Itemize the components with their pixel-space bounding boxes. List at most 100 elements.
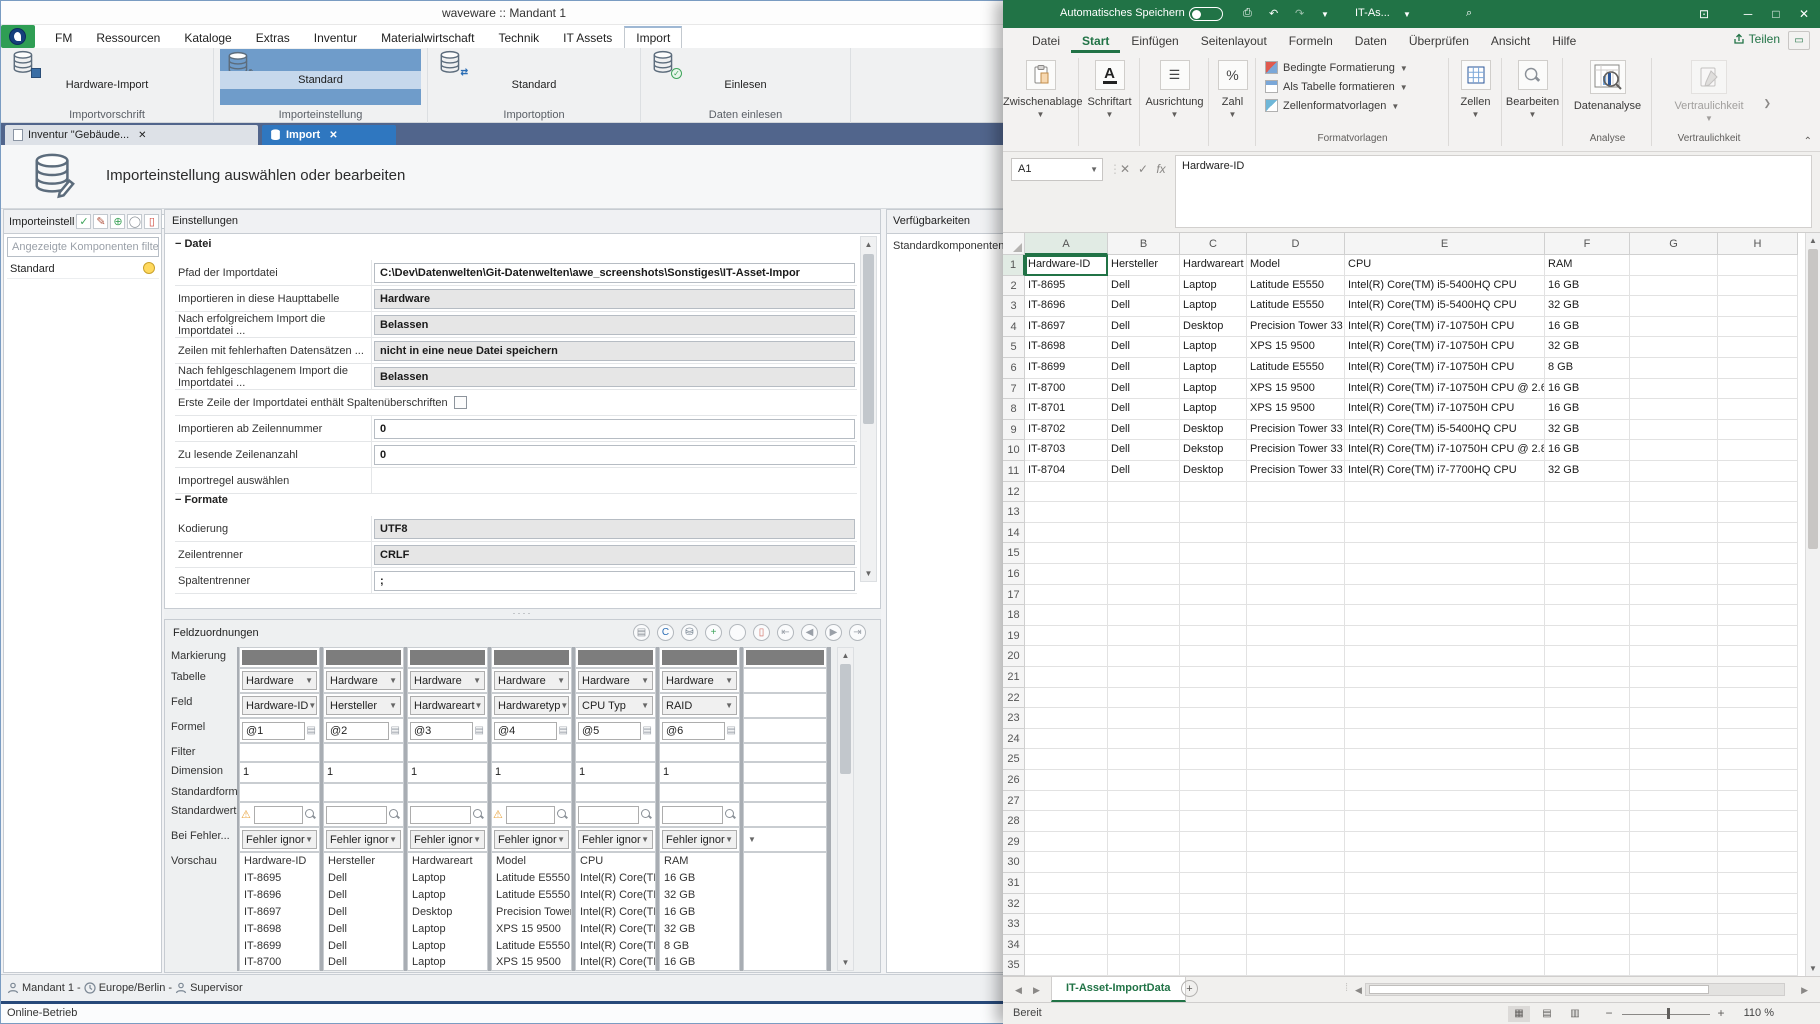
cell-B19[interactable]	[1108, 626, 1180, 647]
menu-tab-technik[interactable]: Technik	[486, 27, 551, 48]
settings-value-dropdown[interactable]: CRLF	[374, 545, 855, 565]
cell-A8[interactable]: IT-8701	[1025, 399, 1108, 420]
cell-F21[interactable]	[1545, 667, 1630, 688]
cell-A14[interactable]	[1025, 523, 1108, 544]
cell-H16[interactable]	[1718, 564, 1798, 585]
cell-D22[interactable]	[1247, 688, 1345, 709]
cell-D17[interactable]	[1247, 585, 1345, 606]
row-header-11[interactable]: 11	[1003, 461, 1025, 482]
cell-E24[interactable]	[1345, 729, 1545, 750]
menu-tab-kataloge[interactable]: Kataloge	[172, 27, 243, 48]
selection-bar[interactable]	[326, 650, 401, 665]
column-header-G[interactable]: G	[1630, 233, 1718, 255]
search-icon[interactable]	[641, 809, 652, 820]
search-icon[interactable]	[305, 809, 316, 820]
cell-A7[interactable]: IT-8700	[1025, 379, 1108, 400]
cell-E20[interactable]	[1345, 646, 1545, 667]
cell-F5[interactable]: 32 GB	[1545, 337, 1630, 358]
row-header-6[interactable]: 6	[1003, 358, 1025, 379]
cell-E3[interactable]: Intel(R) Core(TM) i5-5400HQ CPU	[1345, 296, 1545, 317]
cell-F3[interactable]: 32 GB	[1545, 296, 1630, 317]
dimension-value[interactable]: 1	[492, 763, 571, 782]
default-value-input[interactable]	[326, 806, 387, 824]
ribbon-display-icon[interactable]: ⊡	[1692, 0, 1716, 28]
cell-C34[interactable]	[1180, 935, 1247, 956]
row-header-13[interactable]: 13	[1003, 502, 1025, 523]
cell-C26[interactable]	[1180, 770, 1247, 791]
formula-input[interactable]: @1	[242, 722, 305, 740]
cell-G4[interactable]	[1630, 317, 1718, 338]
collapse-ribbon-icon[interactable]: ⌃	[1804, 136, 1812, 147]
panel-splitter[interactable]: ····	[164, 609, 881, 619]
cell-G12[interactable]	[1630, 482, 1718, 503]
field-dropdown[interactable]: Hardwaretyp▼	[494, 696, 569, 715]
cell-B7[interactable]: Dell	[1108, 379, 1180, 400]
cell-D21[interactable]	[1247, 667, 1345, 688]
cell-G34[interactable]	[1630, 935, 1718, 956]
cell-B34[interactable]	[1108, 935, 1180, 956]
menu-tab-inventur[interactable]: Inventur	[302, 27, 369, 48]
cell-E27[interactable]	[1345, 791, 1545, 812]
column-header-C[interactable]: C	[1180, 233, 1247, 255]
circle-icon[interactable]	[729, 624, 746, 641]
cells-group[interactable]: Zellen ▼	[1450, 58, 1502, 146]
cell-H34[interactable]	[1718, 935, 1798, 956]
cell-B28[interactable]	[1108, 811, 1180, 832]
field-dropdown[interactable]: Hersteller▼	[326, 696, 401, 715]
row-header-23[interactable]: 23	[1003, 708, 1025, 729]
search-icon[interactable]	[557, 809, 568, 820]
cell-C7[interactable]: Laptop	[1180, 379, 1247, 400]
cell-A2[interactable]: IT-8695	[1025, 276, 1108, 297]
cell-F28[interactable]	[1545, 811, 1630, 832]
cell-E17[interactable]	[1345, 585, 1545, 606]
scrollbar-thumb[interactable]	[863, 254, 874, 424]
cell-F4[interactable]: 16 GB	[1545, 317, 1630, 338]
cell-E2[interactable]: Intel(R) Core(TM) i5-5400HQ CPU	[1345, 276, 1545, 297]
cell-D1[interactable]: Model	[1247, 255, 1345, 276]
component-filter-input[interactable]: Angezeigte Komponenten filtern	[7, 237, 159, 257]
cell-D9[interactable]: Precision Tower 33	[1247, 420, 1345, 441]
cell-E12[interactable]	[1345, 482, 1545, 503]
cell-E18[interactable]	[1345, 605, 1545, 626]
cell-B3[interactable]: Dell	[1108, 296, 1180, 317]
cell-D4[interactable]: Precision Tower 33	[1247, 317, 1345, 338]
doc-tab-import[interactable]: Import ✕	[262, 125, 396, 145]
cell-A25[interactable]	[1025, 749, 1108, 770]
excel-tab-ansicht[interactable]: Ansicht	[1480, 29, 1541, 53]
conditional-formatting-button[interactable]: Bedingte Formatierung▼	[1257, 58, 1448, 77]
scroll-up-icon[interactable]: ▲	[1806, 233, 1820, 248]
row-header-12[interactable]: 12	[1003, 482, 1025, 503]
cell-H17[interactable]	[1718, 585, 1798, 606]
cell-E21[interactable]	[1345, 667, 1545, 688]
cell-G21[interactable]	[1630, 667, 1718, 688]
cell-D7[interactable]: XPS 15 9500	[1247, 379, 1345, 400]
cell-B14[interactable]	[1108, 523, 1180, 544]
cell-H2[interactable]	[1718, 276, 1798, 297]
cell-E7[interactable]: Intel(R) Core(TM) i7-10750H CPU @ 2.60	[1345, 379, 1545, 400]
cell-E31[interactable]	[1345, 873, 1545, 894]
cell-C8[interactable]: Laptop	[1180, 399, 1247, 420]
default-value-input[interactable]	[662, 806, 723, 824]
cell-F34[interactable]	[1545, 935, 1630, 956]
cell-B15[interactable]	[1108, 543, 1180, 564]
cell-G13[interactable]	[1630, 502, 1718, 523]
edit-icon[interactable]: ✎	[93, 214, 108, 229]
formula-editor-icon[interactable]: ▤	[727, 725, 736, 736]
row-header-10[interactable]: 10	[1003, 440, 1025, 461]
cell-H31[interactable]	[1718, 873, 1798, 894]
excel-tab-start[interactable]: Start	[1071, 29, 1120, 53]
database-icon[interactable]: ⛁	[681, 624, 698, 641]
cell-E9[interactable]: Intel(R) Core(TM) i5-5400HQ CPU	[1345, 420, 1545, 441]
close-icon[interactable]: ✕	[329, 130, 337, 141]
excel-tab-formeln[interactable]: Formeln	[1278, 29, 1344, 53]
cell-H35[interactable]	[1718, 955, 1798, 976]
cell-B18[interactable]	[1108, 605, 1180, 626]
row-header-35[interactable]: 35	[1003, 955, 1025, 976]
scrollbar-thumb[interactable]	[840, 664, 851, 774]
clipboard-group[interactable]: Zwischenablage ▼	[1003, 58, 1079, 146]
cell-H30[interactable]	[1718, 852, 1798, 873]
cell-G30[interactable]	[1630, 852, 1718, 873]
cell-E25[interactable]	[1345, 749, 1545, 770]
cell-G32[interactable]	[1630, 894, 1718, 915]
cell-G23[interactable]	[1630, 708, 1718, 729]
